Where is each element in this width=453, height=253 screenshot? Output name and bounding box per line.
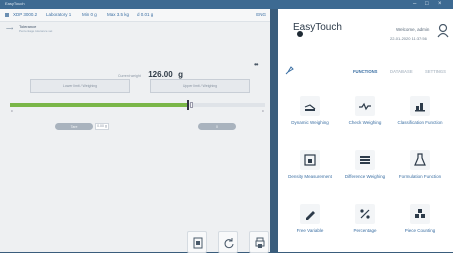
tab-functions[interactable]: FUNCTIONS	[353, 69, 377, 74]
more-options-icon[interactable]: ••	[254, 60, 259, 69]
function-label: Dynamic Weighing	[291, 120, 329, 125]
status-max: Max 3.5 kg	[107, 12, 130, 17]
weight-label: Current weight	[118, 74, 141, 78]
formulation-icon	[410, 150, 430, 170]
functions-panel: EasyTouch Welcome, admin 22-01-2020 11:3…	[278, 9, 453, 252]
function-percentage[interactable]: Percentage	[336, 204, 394, 252]
status-location: Laboratory 1	[46, 12, 72, 17]
print-button[interactable]	[249, 231, 269, 253]
function-difference-weighing[interactable]: Difference Weighing	[336, 150, 394, 198]
close-button[interactable]: ×	[438, 0, 442, 9]
minimize-button[interactable]: –	[413, 0, 416, 9]
status-division: d 0.01 g	[137, 12, 154, 17]
refresh-button[interactable]	[218, 231, 238, 253]
difference-weighing-icon	[355, 150, 375, 170]
pin-icon[interactable]	[285, 66, 294, 75]
function-density[interactable]: Density Measurement	[281, 150, 339, 198]
tare-pill-label: Tare	[70, 124, 78, 129]
check-weighing-icon	[355, 96, 375, 116]
percentage-icon	[355, 204, 375, 224]
upper-limit-box[interactable]: Upper limit / Weighing	[150, 79, 250, 93]
maximize-button[interactable]: □	[425, 0, 429, 9]
window-titlebar: EasyTouch – □ ×	[0, 0, 453, 9]
tare-pill-button[interactable]: Tare	[55, 123, 93, 130]
report-button[interactable]	[187, 231, 207, 253]
progress-fill	[10, 103, 189, 107]
function-label: Difference Weighing	[344, 174, 386, 179]
progress-axis-max: 0	[262, 109, 264, 113]
refresh-icon	[224, 238, 234, 249]
function-label: Formulation Function	[398, 174, 442, 179]
welcome-text: Welcome, admin	[396, 27, 430, 32]
progress-marker	[187, 100, 189, 110]
piece-counting-icon	[410, 204, 430, 224]
tare-value-tag: 0.00 g	[95, 123, 109, 130]
function-classification[interactable]: Classification Function	[391, 96, 449, 144]
brand-title: EasyTouch	[293, 22, 342, 33]
progress-marker-handle[interactable]	[190, 102, 193, 108]
tolerance-subtitle: Percentage tolerance set	[19, 29, 53, 33]
function-free-variable[interactable]: Free Variable	[281, 204, 339, 252]
status-bar: XDP 3000.2 Laboratory 1 Min 0 g Max 3.5 …	[0, 9, 270, 22]
datetime: 22-01-2020 11:37:56	[390, 36, 427, 41]
density-icon	[300, 150, 320, 170]
print-icon	[255, 237, 265, 248]
progress-bar	[10, 103, 265, 107]
status-device: XDP 3000.2	[13, 12, 38, 17]
upper-limit-label: Upper limit / Weighing	[182, 84, 218, 88]
user-icon[interactable]	[437, 24, 449, 38]
weight-unit: g	[178, 70, 184, 79]
function-label: Classification Function	[397, 120, 443, 125]
weight-value: 126.00	[148, 70, 173, 79]
target-pill-label: 0	[216, 124, 218, 129]
target-pill-button[interactable]: 0	[198, 123, 236, 130]
function-label: Check Weighing	[348, 120, 382, 125]
function-dynamic-weighing[interactable]: Dynamic Weighing	[281, 96, 339, 144]
lower-limit-label: Lower limit / Weighing	[62, 84, 98, 88]
language-label[interactable]: ENG	[256, 12, 266, 17]
window-title: EasyTouch	[5, 1, 25, 6]
tab-settings[interactable]: SETTINGS	[425, 69, 446, 74]
function-label: Free Variable	[296, 228, 324, 233]
function-formulation[interactable]: Formulation Function	[391, 150, 449, 198]
lower-limit-box[interactable]: Lower limit / Weighing	[30, 79, 130, 93]
status-min: Min 0 g	[82, 12, 97, 17]
classification-icon	[410, 96, 430, 116]
report-icon	[193, 237, 203, 249]
function-label: Percentage	[353, 228, 377, 233]
progress-axis-min: 0	[11, 109, 13, 113]
function-label: Piece Counting	[404, 228, 436, 233]
function-check-weighing[interactable]: Check Weighing	[336, 96, 394, 144]
dynamic-weighing-icon	[300, 96, 320, 116]
function-piece-counting[interactable]: Piece Counting	[391, 204, 449, 252]
tolerance-icon: ⟿	[6, 26, 14, 32]
tab-database[interactable]: DATABASE	[390, 69, 413, 74]
weighing-panel: XDP 3000.2 Laboratory 1 Min 0 g Max 3.5 …	[0, 9, 270, 253]
status-checkbox-icon[interactable]	[5, 13, 9, 17]
free-variable-icon	[300, 204, 320, 224]
function-label: Density Measurement	[288, 174, 332, 179]
